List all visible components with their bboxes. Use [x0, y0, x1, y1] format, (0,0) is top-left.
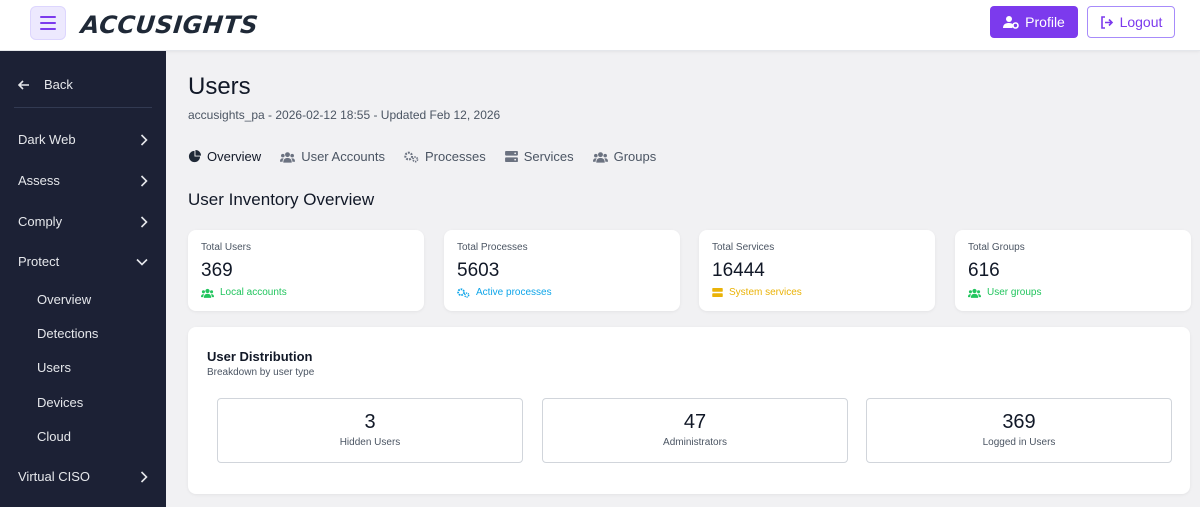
tab-groups[interactable]: Groups — [592, 149, 657, 164]
sidebar-item-label: Dark Web — [18, 132, 76, 147]
menu-line — [40, 22, 56, 24]
sidebar-subitem-detections[interactable]: Detections — [37, 326, 98, 341]
page-subtitle: accusights_pa - 2026-02-12 18:55 - Updat… — [188, 108, 501, 122]
stat-value: 616 — [968, 260, 1000, 281]
app-logo[interactable]: ACCUSIGHTS — [80, 11, 260, 39]
sidebar-item-dark-web[interactable]: Dark Web — [18, 132, 148, 147]
cogs-icon — [457, 287, 470, 298]
sidebar-subitem-devices[interactable]: Devices — [37, 395, 83, 410]
stat-label: Total Users — [201, 242, 252, 253]
tab-overview[interactable]: Overview — [188, 149, 261, 164]
group-icon — [968, 288, 981, 298]
stat-foot: System services — [712, 287, 802, 298]
back-link[interactable]: Back — [18, 77, 73, 92]
chevron-down-icon — [136, 258, 148, 266]
users-icon — [280, 151, 296, 163]
sidebar-item-protect[interactable]: Protect — [18, 254, 148, 269]
logout-button[interactable]: Logout — [1087, 6, 1175, 38]
stat-card-total-groups: Total Groups 616 User groups — [955, 230, 1191, 311]
hamburger-menu-button[interactable] — [30, 6, 66, 40]
sidebar-item-label: Protect — [18, 254, 60, 269]
chevron-right-icon — [140, 174, 148, 187]
tab-processes[interactable]: Processes — [404, 149, 486, 164]
menu-line — [40, 16, 56, 18]
distribution-value: 47 — [683, 411, 707, 433]
chevron-right-icon — [140, 470, 148, 483]
sidebar-subitem-overview[interactable]: Overview — [37, 292, 91, 307]
user-gear-icon — [1003, 16, 1019, 29]
distribution-value: 369 — [1002, 411, 1036, 433]
stat-label: Total Groups — [968, 242, 1025, 253]
profile-label: Profile — [1025, 14, 1065, 30]
distribution-subtitle: Breakdown by user type — [207, 367, 315, 378]
sidebar-item-label: Comply — [18, 214, 63, 229]
sidebar-divider — [14, 107, 152, 108]
page-title: Users — [188, 73, 251, 100]
users-icon — [201, 288, 214, 298]
stat-value: 369 — [201, 260, 233, 281]
pie-chart-icon — [188, 150, 201, 163]
arrow-left-icon — [18, 79, 29, 90]
tab-user-accounts[interactable]: User Accounts — [280, 149, 385, 164]
stat-card-total-services: Total Services 16444 System services — [699, 230, 935, 311]
stat-foot: Active processes — [457, 287, 552, 298]
chevron-right-icon — [140, 215, 148, 228]
sidebar-item-assess[interactable]: Assess — [18, 173, 148, 188]
tab-label: Overview — [207, 149, 262, 164]
stat-foot-label: Active processes — [476, 287, 552, 298]
tab-services[interactable]: Services — [504, 149, 574, 164]
chevron-right-icon — [140, 133, 148, 146]
menu-line — [40, 28, 56, 30]
distribution-value: 3 — [364, 411, 376, 433]
stat-label: Total Processes — [457, 242, 528, 253]
profile-button[interactable]: Profile — [990, 6, 1078, 38]
stat-value: 16444 — [712, 260, 765, 281]
sidebar: Back Dark Web Assess Comply Protect Over… — [0, 51, 166, 507]
stat-card-total-processes: Total Processes 5603 Active processes — [444, 230, 680, 311]
logout-label: Logout — [1119, 14, 1163, 30]
section-title: User Inventory Overview — [188, 190, 375, 209]
sidebar-subitem-users[interactable]: Users — [37, 360, 71, 375]
back-label: Back — [44, 77, 73, 92]
stat-foot-label: User groups — [987, 287, 1042, 298]
distribution-hidden-users: 3 Hidden Users — [217, 398, 523, 463]
stat-foot-label: Local accounts — [220, 287, 287, 298]
distribution-label: Administrators — [663, 437, 727, 448]
sidebar-item-virtual-ciso[interactable]: Virtual CISO — [18, 469, 148, 484]
stat-label: Total Services — [712, 242, 775, 253]
sidebar-item-label: Virtual CISO — [18, 469, 91, 484]
tab-bar: Overview User Accounts Processes Service… — [188, 149, 675, 164]
group-icon — [592, 151, 608, 163]
tab-label: Processes — [425, 149, 486, 164]
sidebar-item-comply[interactable]: Comply — [18, 214, 148, 229]
logout-icon — [1100, 15, 1113, 29]
distribution-logged-in-users: 369 Logged in Users — [866, 398, 1172, 463]
sidebar-subitem-cloud[interactable]: Cloud — [37, 429, 71, 444]
stat-value: 5603 — [457, 260, 500, 281]
server-icon — [712, 288, 723, 297]
cogs-icon — [404, 151, 419, 162]
stat-foot: User groups — [968, 287, 1041, 298]
top-header: ACCUSIGHTS Profile Logout — [0, 0, 1200, 51]
tab-label: Services — [523, 149, 574, 164]
server-icon — [504, 151, 518, 162]
stat-foot: Local accounts — [201, 287, 287, 298]
user-distribution-card: User Distribution Breakdown by user type… — [188, 327, 1190, 494]
distribution-title: User Distribution — [207, 349, 313, 364]
distribution-label: Logged in Users — [982, 437, 1056, 448]
stat-foot-label: System services — [729, 287, 802, 298]
distribution-administrators: 47 Administrators — [542, 398, 848, 463]
distribution-label: Hidden Users — [339, 437, 401, 448]
sidebar-item-label: Assess — [18, 173, 60, 188]
tab-label: Groups — [613, 149, 657, 164]
tab-label: User Accounts — [301, 149, 386, 164]
stat-card-total-users: Total Users 369 Local accounts — [188, 230, 424, 311]
